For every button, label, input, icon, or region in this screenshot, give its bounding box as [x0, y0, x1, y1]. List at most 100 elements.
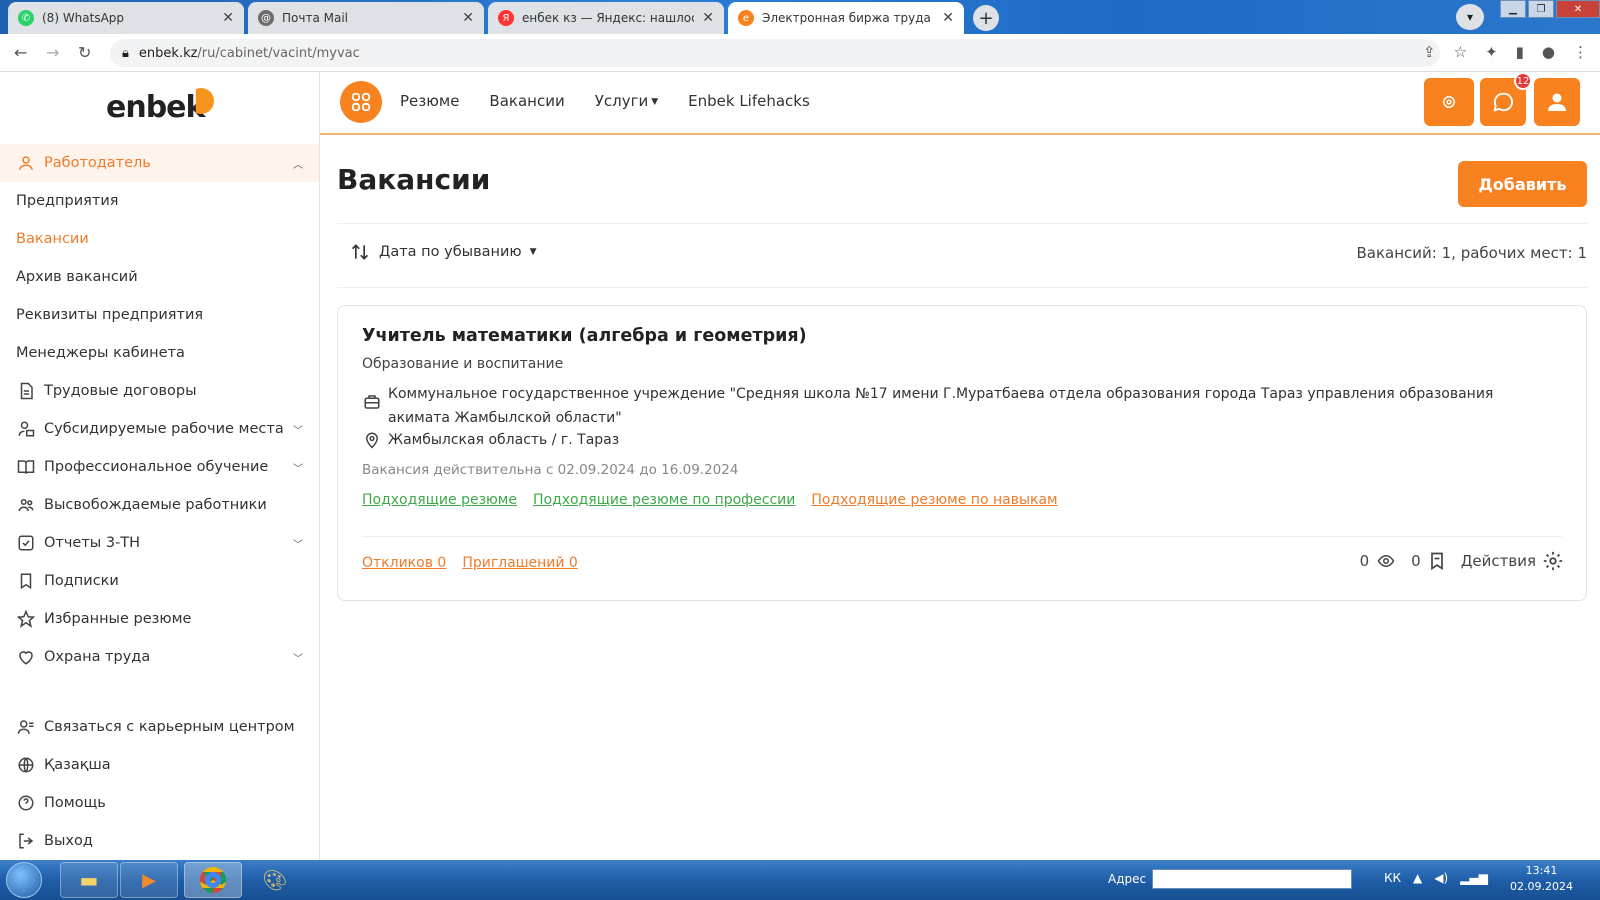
sidebar-item-help[interactable]: Помощь — [0, 784, 319, 822]
taskbar-address-input[interactable] — [1152, 869, 1353, 889]
sidebar-item-language[interactable]: Қазақша — [0, 746, 319, 784]
browser-tab-mail[interactable]: @ Почта Mail ✕ — [248, 2, 484, 34]
taskbar-paint[interactable]: 🎨︎ — [246, 862, 304, 898]
sidebar-item-label: Высвобождаемые работники — [44, 497, 267, 513]
sidebar-item-contact-career-center[interactable]: Связаться с карьерным центром — [0, 708, 319, 746]
nav-services[interactable]: Услуги ▼ — [595, 92, 658, 110]
nav-resume[interactable]: Резюме — [400, 92, 459, 110]
tab-title: Почта Mail — [282, 11, 348, 25]
vacancy-count: Вакансий: 1, рабочих мест: 1 — [1356, 244, 1587, 262]
sidebar-item-reports-3tn[interactable]: Отчеты 3-ТН ﹀ — [0, 524, 319, 562]
tab-title: енбек кз — Яндекс: нашлось 6 т — [522, 11, 694, 25]
browser-tab-enbek[interactable]: e Электронная биржа труда | Вак ✕ — [728, 2, 964, 34]
profile-button[interactable] — [1534, 78, 1580, 126]
divider — [337, 287, 1587, 288]
close-icon[interactable]: ✕ — [222, 10, 234, 26]
sidebar-item-released-workers[interactable]: Высвобождаемые работники — [0, 486, 319, 524]
apps-menu-button[interactable] — [340, 81, 382, 123]
nav-vacancies[interactable]: Вакансии — [489, 92, 564, 110]
browser-tab-yandex[interactable]: Я енбек кз — Яндекс: нашлось 6 т ✕ — [488, 2, 724, 34]
sidebar-item-labor-contracts[interactable]: Трудовые договоры — [0, 372, 319, 410]
gear-icon — [1543, 551, 1563, 571]
chrome-icon — [200, 867, 226, 893]
sidebar-item-subscriptions[interactable]: Подписки — [0, 562, 319, 600]
minimize-button[interactable]: ▁ — [1500, 0, 1526, 18]
taskbar-chrome[interactable] — [184, 862, 242, 898]
extensions-icon[interactable]: ✦ — [1485, 43, 1498, 61]
sidebar-item-subsidized-jobs[interactable]: Субсидируемые рабочие места ﹀ — [0, 410, 319, 448]
vacancy-title[interactable]: Учитель математики (алгебра и геометрия) — [362, 326, 807, 346]
messages-button[interactable]: 12 — [1480, 72, 1532, 126]
logo[interactable]: enbek — [106, 90, 205, 125]
sidebar-item-favorite-resumes[interactable]: Избранные резюме — [0, 600, 319, 638]
profile-icon[interactable]: ● — [1542, 43, 1555, 61]
star-icon[interactable]: ☆ — [1454, 43, 1467, 61]
sidebar-item-requisites[interactable]: Реквизиты предприятия — [0, 296, 319, 334]
language-indicator[interactable]: КК — [1384, 871, 1401, 885]
matching-by-profession-link[interactable]: Подходящие резюме по профессии — [533, 492, 795, 508]
sidebar-section-employer[interactable]: Работодатель ︿ — [0, 144, 319, 182]
forward-icon[interactable]: → — [46, 43, 59, 62]
mail-icon: @ — [258, 10, 274, 26]
sidebar-item-enterprises[interactable]: Предприятия — [0, 182, 319, 220]
chevron-down-icon: ﹀ — [293, 463, 303, 475]
tab-search-button[interactable]: ▾ — [1456, 4, 1484, 30]
sidebar-item-label: Связаться с карьерным центром — [44, 719, 295, 735]
heart-icon — [16, 647, 36, 667]
address-bar: ← → ↻ 🔒︎ enbek.kz/ru/cabinet/vacint/myva… — [0, 34, 1600, 72]
actions-menu[interactable]: Действия — [1461, 550, 1564, 572]
restore-button[interactable]: ❐ — [1528, 0, 1554, 18]
close-window-button[interactable]: ✕ — [1556, 0, 1600, 18]
browser-tab-whatsapp[interactable]: ✆ (8) WhatsApp ✕ — [8, 2, 244, 34]
book-icon — [16, 457, 36, 477]
bookmark-icon — [16, 571, 36, 591]
sidebar-item-label: Подписки — [44, 573, 119, 589]
add-vacancy-button[interactable]: Добавить — [1458, 161, 1587, 207]
sidebar-item-professional-training[interactable]: Профессиональное обучение ﹀ — [0, 448, 319, 486]
nav-lifehacks[interactable]: Enbek Lifehacks — [688, 92, 810, 110]
visibility-button[interactable] — [1424, 78, 1474, 126]
matching-by-skills-link[interactable]: Подходящие резюме по навыкам — [811, 492, 1057, 508]
reload-icon[interactable]: ↻ — [78, 43, 91, 62]
sidebar-item-logout[interactable]: Выход — [0, 822, 319, 860]
sidepanel-icon[interactable]: ▮ — [1516, 43, 1524, 61]
clock-time: 13:41 — [1525, 864, 1558, 877]
close-icon[interactable]: ✕ — [942, 10, 954, 26]
sidebar-item-vacancy-archive[interactable]: Архив вакансий — [0, 258, 319, 296]
invitations-link[interactable]: Приглашений 0 — [462, 555, 578, 571]
matching-resumes-link[interactable]: Подходящие резюме — [362, 492, 517, 508]
address-label: Адрес — [1108, 872, 1147, 886]
divider — [362, 536, 1562, 537]
taskbar-explorer[interactable]: ▬ — [60, 862, 118, 898]
clock[interactable]: 13:41 02.09.2024 — [1510, 863, 1573, 895]
network-icon[interactable]: ▂▄▆ — [1460, 871, 1488, 885]
share-icon[interactable]: ⇪ — [1423, 43, 1436, 61]
top-header: Резюме Вакансии Услуги ▼ Enbek Lifehacks … — [320, 72, 1600, 135]
views-count: 0 — [1359, 552, 1370, 570]
actions-label: Действия — [1460, 552, 1536, 570]
sidebar-item-label: Вакансии — [16, 231, 89, 247]
tray-expand-icon[interactable]: ▲ — [1413, 871, 1422, 885]
sort-dropdown[interactable]: Дата по убыванию ▼ — [349, 242, 537, 262]
volume-icon[interactable]: ◀) — [1434, 871, 1448, 885]
browser-menu-icon[interactable]: ⋮ — [1573, 43, 1588, 61]
sidebar-section-label: Работодатель — [44, 155, 151, 171]
close-icon[interactable]: ✕ — [702, 10, 714, 26]
sidebar-item-label: Предприятия — [16, 193, 119, 209]
sidebar-item-label: Избранные резюме — [44, 611, 192, 627]
responses-link[interactable]: Откликов 0 — [362, 555, 446, 571]
sidebar-item-managers[interactable]: Менеджеры кабинета — [0, 334, 319, 372]
close-icon[interactable]: ✕ — [462, 10, 474, 26]
start-button[interactable] — [6, 862, 42, 898]
new-tab-button[interactable]: + — [973, 5, 999, 31]
caret-down-icon: ▼ — [651, 96, 659, 107]
back-icon[interactable]: ← — [14, 43, 27, 62]
sidebar-item-label: Менеджеры кабинета — [16, 345, 185, 361]
os-taskbar: ▬ ▶ 🎨︎ Адрес КК ▲ ◀) ▂▄▆ 13:41 02.09.202… — [0, 860, 1600, 900]
enbek-icon: e — [738, 10, 754, 26]
url-input[interactable]: 🔒︎ enbek.kz/ru/cabinet/vacint/myvac — [110, 39, 1440, 67]
sidebar-item-labor-protection[interactable]: Охрана труда ﹀ — [0, 638, 319, 676]
taskbar-media-player[interactable]: ▶ — [120, 862, 178, 898]
url-path: /ru/cabinet/vacint/myvac — [197, 45, 360, 61]
sidebar-item-vacancies[interactable]: Вакансии — [0, 220, 319, 258]
